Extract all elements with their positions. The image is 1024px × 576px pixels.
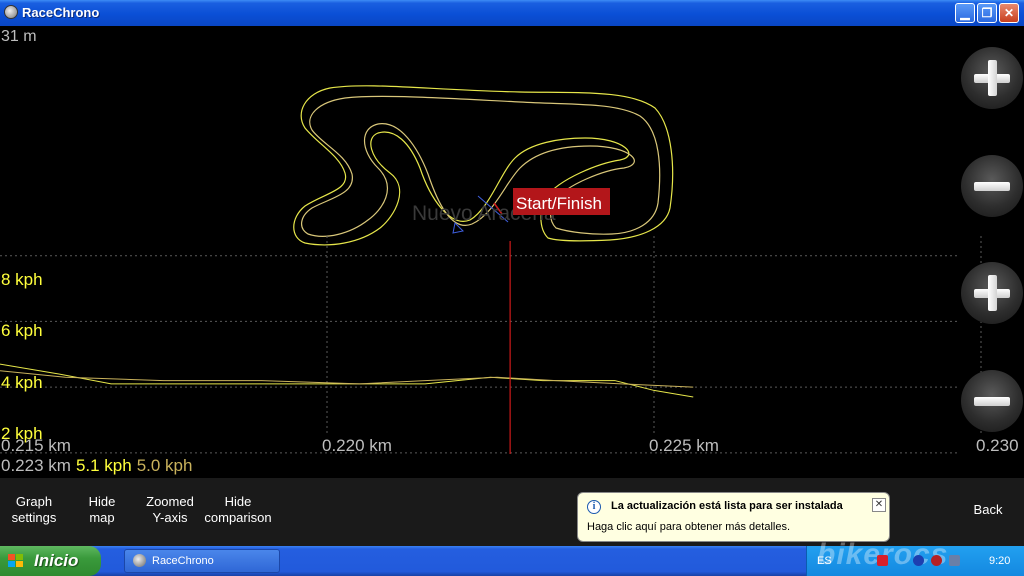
graph-grid: [0, 236, 982, 454]
tray-language[interactable]: ES: [817, 555, 832, 567]
start-label: Inicio: [34, 551, 79, 570]
map-zoom-out-button[interactable]: [961, 155, 1023, 217]
network-icon[interactable]: [949, 555, 960, 566]
racechrono-app-icon: [133, 554, 146, 567]
readout-comparison-speed: 5.0 kph: [136, 456, 193, 475]
graph-settings-label: Graph settings: [11, 494, 57, 525]
track-map[interactable]: Nuevo Aracena Start/Finish: [0, 48, 940, 258]
bluetooth-icon[interactable]: [913, 555, 924, 566]
speed-label-6: 6 kph: [1, 321, 43, 340]
maximize-button[interactable]: ❐: [977, 3, 997, 23]
readout-distance: 0.223 km: [1, 456, 71, 475]
windows-taskbar: Inicio RaceChrono bikerocs ES 9:20: [0, 538, 1024, 576]
racechrono-app-icon: [4, 5, 18, 19]
distance-tick-0: 0.215 km: [1, 436, 71, 455]
map-zoom-in-button[interactable]: [961, 47, 1023, 109]
speed-series-0: [0, 363, 694, 398]
speed-graph[interactable]: [0, 236, 1024, 466]
window-title-bar[interactable]: RaceChrono ▁ ❐ ✕: [0, 0, 1024, 26]
graph-zoom-out-button[interactable]: [961, 370, 1023, 432]
tray-clock: 9:20: [989, 555, 1011, 567]
window-title: RaceChrono: [22, 5, 100, 20]
back-label: Back: [973, 502, 1003, 517]
taskbar-item-label: RaceChrono: [152, 555, 214, 567]
system-tray: bikerocs ES 9:20: [806, 538, 1024, 576]
tray-app-icon[interactable]: [931, 555, 942, 566]
security-alert-icon[interactable]: [877, 555, 888, 566]
notification-title: La actualización está lista para ser ins…: [611, 500, 843, 512]
distance-tick-2: 0.225 km: [649, 436, 719, 455]
start-button[interactable]: Inicio: [0, 546, 101, 576]
hide-comparison-label: Hide comparison: [204, 494, 272, 525]
start-finish-label: Start/Finish: [516, 194, 602, 213]
close-icon[interactable]: ✕: [872, 498, 886, 512]
info-icon: i: [587, 500, 601, 514]
racechrono-app: 31 m Nuevo Aracena Start/Finish 8 kph 6 …: [0, 26, 1024, 546]
notification-body[interactable]: Haga clic aquí para obtener más detalles…: [587, 521, 790, 533]
update-notification-balloon[interactable]: i La actualización está lista para ser i…: [577, 492, 890, 542]
readout-speed: 5.1 kph: [75, 456, 132, 475]
minimize-button[interactable]: ▁: [955, 3, 975, 23]
speed-label-8: 8 kph: [1, 270, 43, 289]
zoomed-y-axis-button[interactable]: Zoomed Y-axis: [146, 494, 194, 526]
taskbar-item-racechrono[interactable]: RaceChrono: [124, 549, 280, 573]
speed-series-1: [0, 370, 694, 388]
hide-comparison-button[interactable]: Hide comparison: [204, 494, 272, 526]
map-scale-label: 31 m: [1, 28, 37, 45]
windows-flag-icon: [8, 554, 23, 567]
back-button[interactable]: Back: [970, 502, 1006, 518]
zoomed-y-axis-label: Zoomed Y-axis: [146, 494, 194, 525]
graph-zoom-in-button[interactable]: [961, 262, 1023, 324]
distance-tick-1: 0.220 km: [322, 436, 392, 455]
graph-series: [0, 363, 694, 398]
speed-label-4: 4 kph: [1, 373, 43, 392]
cursor-readout: 0.223 km 5.1 kph 5.0 kph: [1, 456, 192, 476]
hide-map-button[interactable]: Hide map: [86, 494, 118, 526]
close-button[interactable]: ✕: [999, 3, 1019, 23]
graph-settings-button[interactable]: Graph settings: [10, 494, 58, 526]
hide-map-label: Hide map: [88, 494, 116, 525]
distance-tick-3: 0.230: [976, 436, 1019, 455]
